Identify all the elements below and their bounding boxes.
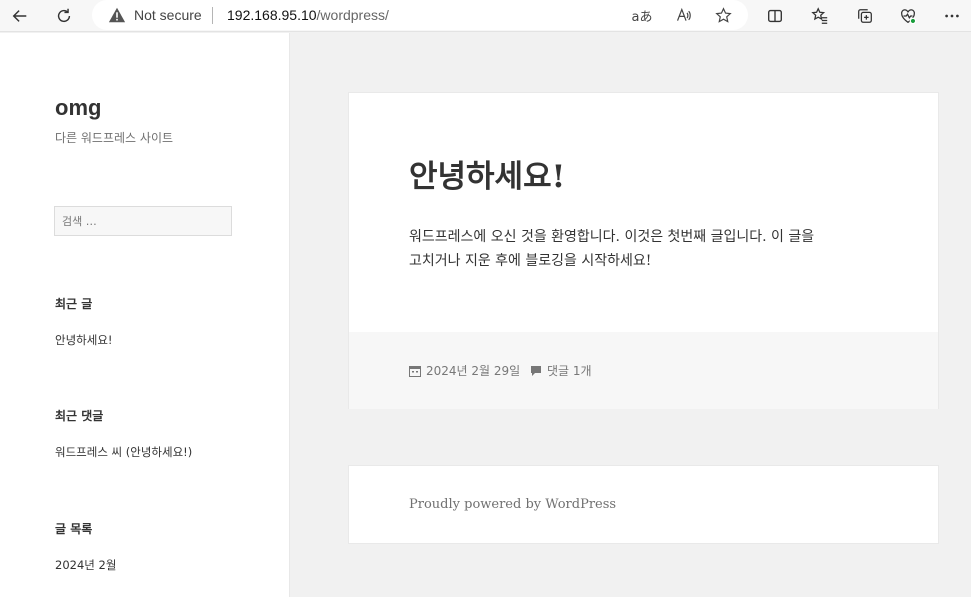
sidebar: omg 다른 워드프레스 사이트 최근 글 안녕하세요! 최근 댓글 워드프레스… <box>0 33 290 597</box>
recent-comment-link[interactable]: 워드프레스 씨 (안녕하세요!) <box>55 444 192 460</box>
archive-link[interactable]: 2024년 2월 <box>55 557 116 573</box>
back-icon[interactable] <box>6 2 34 30</box>
post-content-line: 고치거나 지운 후에 블로깅을 시작하세요! <box>409 253 652 269</box>
search-input[interactable] <box>54 206 232 236</box>
browser-essentials-icon[interactable] <box>894 2 922 30</box>
post-comments-text[interactable]: 댓글 1개 <box>547 362 592 379</box>
url-text[interactable]: 192.168.95.10/wordpress/ <box>227 7 389 23</box>
post-comments[interactable]: 댓글 1개 <box>530 362 592 379</box>
comment-icon <box>531 365 541 376</box>
split-screen-icon[interactable] <box>761 2 789 30</box>
site-footer: Proudly powered by WordPress <box>348 465 939 544</box>
recent-posts-heading: 최근 글 <box>55 297 93 311</box>
post-date[interactable]: 2024년 2월 29일 <box>409 362 520 379</box>
site-title[interactable]: omg <box>55 95 101 121</box>
post-card: 안녕하세요! 워드프레스에 오신 것을 환영합니다. 이것은 첫번째 글입니다.… <box>348 92 939 409</box>
more-options-icon[interactable] <box>938 2 966 30</box>
post-date-text[interactable]: 2024년 2월 29일 <box>426 362 520 379</box>
favorite-star-icon[interactable] <box>712 4 734 26</box>
security-status[interactable]: Not secure <box>134 7 202 23</box>
calendar-icon <box>409 365 421 377</box>
favorites-icon[interactable] <box>806 2 834 30</box>
post-title[interactable]: 안녕하세요! <box>409 151 565 196</box>
address-bar[interactable]: Not secure 192.168.95.10/wordpress/ aあ <box>92 0 748 30</box>
recent-post-link[interactable]: 안녕하세요! <box>55 332 113 348</box>
browser-toolbar: Not secure 192.168.95.10/wordpress/ aあ <box>0 0 971 32</box>
powered-by-link[interactable]: Proudly powered by WordPress <box>409 497 616 512</box>
archives-heading: 글 목록 <box>55 522 93 536</box>
site-description: 다른 워드프레스 사이트 <box>55 131 174 145</box>
refresh-icon[interactable] <box>50 2 78 30</box>
warning-icon[interactable] <box>108 6 126 24</box>
omnibox-divider <box>212 7 213 24</box>
post-content-line: 워드프레스에 오신 것을 환영합니다. 이것은 첫번째 글입니다. 이 글을 <box>409 229 815 245</box>
translate-icon[interactable]: aあ <box>631 4 653 26</box>
post-content: 워드프레스에 오신 것을 환영합니다. 이것은 첫번째 글입니다. 이 글을 고… <box>409 225 889 273</box>
recent-comments-heading: 최근 댓글 <box>55 409 104 423</box>
post-meta-footer: 2024년 2월 29일 댓글 1개 <box>349 332 938 409</box>
collections-icon[interactable] <box>851 2 879 30</box>
read-aloud-icon[interactable] <box>672 4 694 26</box>
